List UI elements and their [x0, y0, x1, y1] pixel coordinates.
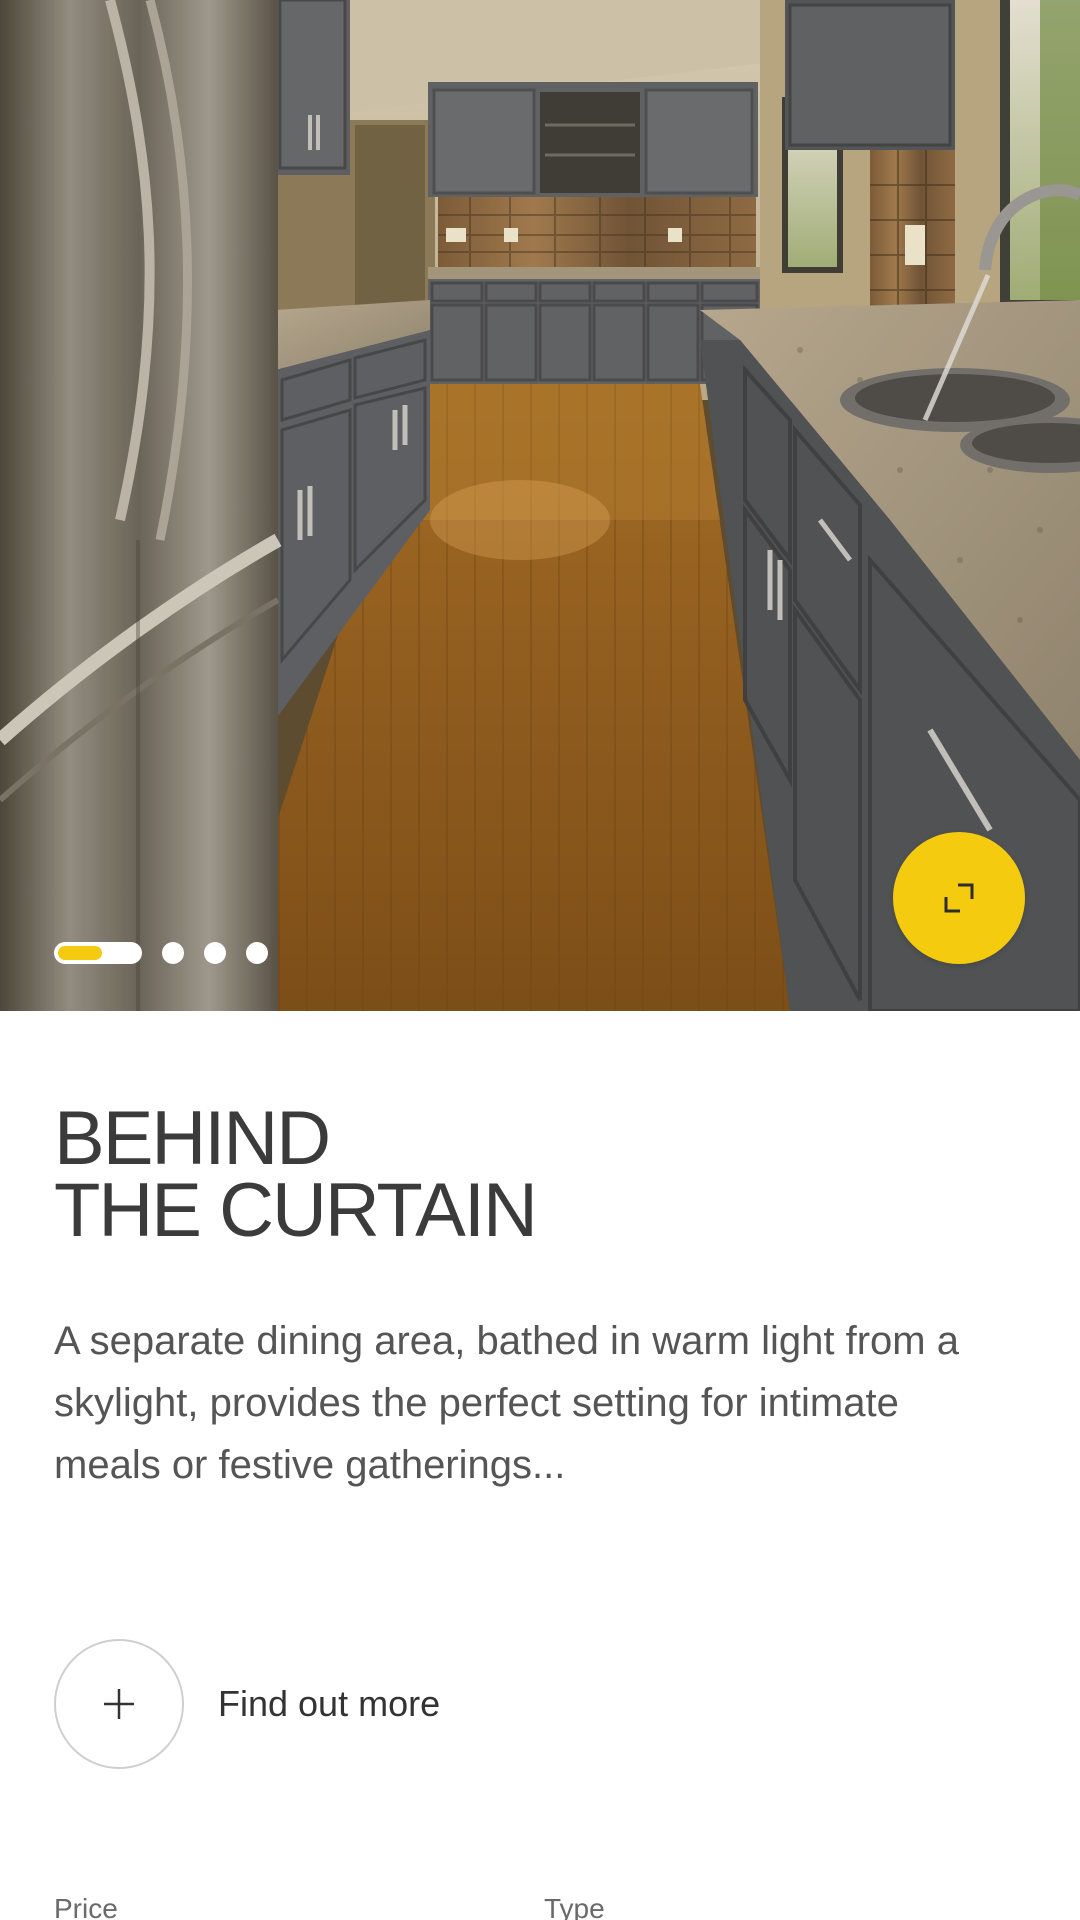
plus-icon: [104, 1689, 134, 1719]
type-label: Type: [544, 1893, 605, 1920]
find-out-more-label: Find out more: [218, 1683, 441, 1724]
price-label: Price: [54, 1893, 118, 1920]
carousel-dot[interactable]: [246, 942, 268, 964]
section-title-line-2: THE CURTAIN: [54, 1168, 538, 1253]
section-description: A separate dining area, bathed in warm l…: [54, 1319, 959, 1487]
carousel-dot[interactable]: [204, 942, 226, 964]
carousel-indicators: [54, 941, 268, 965]
find-out-more-button[interactable]: Find out more: [54, 1639, 440, 1769]
section-title-line-1: BEHIND: [54, 1096, 331, 1181]
expand-icon: [944, 883, 974, 913]
cta-circle[interactable]: [54, 1639, 184, 1769]
carousel-dot[interactable]: [162, 942, 184, 964]
listing-detail-page: BEHIND THE CURTAIN A separate dining are…: [0, 0, 1080, 1920]
photo-gallery[interactable]: [0, 0, 1080, 1011]
carousel-dot-active[interactable]: [54, 942, 142, 964]
expand-button[interactable]: [893, 832, 1025, 964]
section-title: BEHIND THE CURTAIN: [54, 1096, 538, 1253]
